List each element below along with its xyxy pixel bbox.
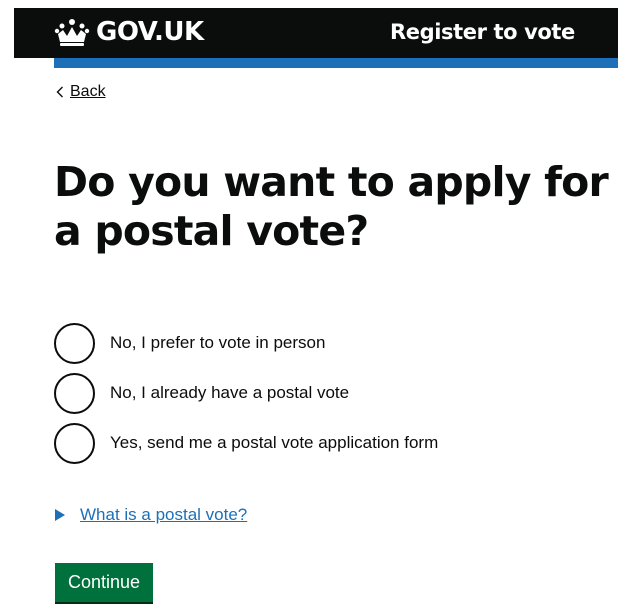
header-blue-stripe	[54, 58, 618, 68]
details-summary-label: What is a postal vote?	[80, 505, 248, 524]
chevron-left-icon	[56, 86, 63, 98]
radio-button[interactable]	[54, 372, 95, 414]
radio-option-vote-in-person[interactable]: No, I prefer to vote in person	[54, 322, 574, 364]
radio-label: Yes, send me a postal vote application f…	[110, 433, 439, 452]
back-link-label: Back	[70, 83, 106, 100]
logo-text: GOV.UK	[96, 17, 204, 47]
radio-label: No, I prefer to vote in person	[110, 333, 326, 352]
radio-button[interactable]	[54, 422, 95, 464]
radio-button[interactable]	[54, 322, 95, 364]
back-link[interactable]: Back	[56, 83, 106, 101]
radio-option-already-postal[interactable]: No, I already have a postal vote	[54, 372, 574, 414]
crown-icon	[54, 19, 90, 46]
triangle-right-icon	[55, 509, 65, 521]
govuk-logo-link[interactable]: GOV.UK	[54, 17, 204, 47]
radio-label: No, I already have a postal vote	[110, 383, 350, 402]
radio-option-send-form[interactable]: Yes, send me a postal vote application f…	[54, 422, 574, 464]
continue-button[interactable]: Continue	[55, 563, 154, 602]
service-name-link[interactable]: Register to vote	[390, 20, 575, 44]
details-summary-postal-vote[interactable]: What is a postal vote?	[54, 505, 247, 525]
site-header: GOV.UK Register to vote	[14, 8, 618, 58]
page-title: Do you want to apply for a postal vote?	[54, 158, 609, 255]
